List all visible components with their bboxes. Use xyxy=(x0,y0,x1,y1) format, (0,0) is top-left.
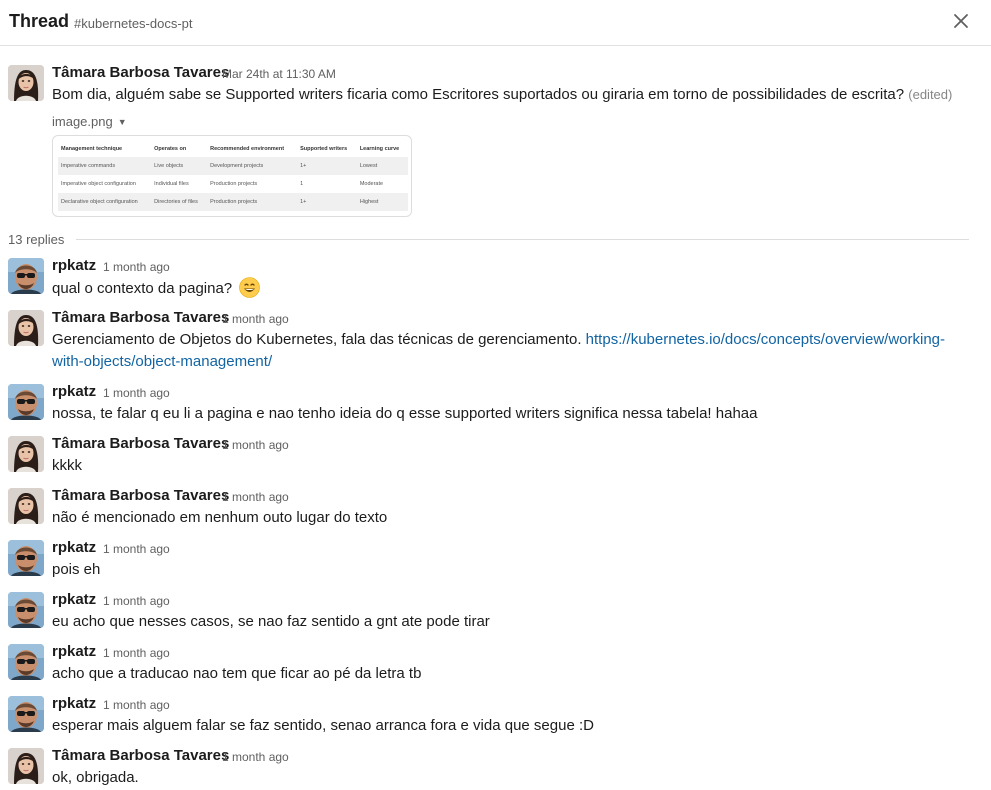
author-name[interactable]: rpkatz xyxy=(52,383,96,400)
message-timestamp[interactable]: 1 month ago xyxy=(103,386,170,400)
message-timestamp[interactable]: 1 month ago xyxy=(103,646,170,660)
replies-divider xyxy=(76,239,969,240)
author-name[interactable]: Tâmara Barbosa Tavares xyxy=(52,487,229,504)
message-text: qual o contexto da pagina? xyxy=(52,277,261,300)
table-header: Management technique xyxy=(61,145,123,152)
table-cell: Development projects xyxy=(207,157,298,175)
table-cell: Moderate xyxy=(359,181,384,187)
avatar[interactable] xyxy=(8,540,44,576)
table-cell: 1 xyxy=(300,181,304,187)
message-body: Bom dia, alguém sabe se Supported writer… xyxy=(52,86,905,103)
table-header: Recommended environment xyxy=(210,145,285,152)
message-timestamp[interactable]: 1 month ago xyxy=(222,438,289,452)
message-text: não é mencionado em nenhum outo lugar do… xyxy=(52,509,388,526)
thread-title: Thread xyxy=(9,11,70,31)
author-name[interactable]: rpkatz xyxy=(52,539,96,556)
avatar[interactable] xyxy=(8,488,44,524)
author-name[interactable]: Tâmara Barbosa Tavares xyxy=(52,747,229,764)
table-header: Learning curve xyxy=(359,145,400,152)
avatar[interactable] xyxy=(8,696,44,732)
avatar[interactable] xyxy=(8,644,44,680)
message-text: esperar mais alguem falar se faz sentido… xyxy=(52,717,594,734)
table-row: Declarative object configuration Directo… xyxy=(58,193,408,211)
message-timestamp[interactable]: 1 month ago xyxy=(103,698,170,712)
table-cell: Declarative object configuration xyxy=(58,193,152,211)
message-text: kkkk xyxy=(52,457,82,474)
author-name[interactable]: rpkatz xyxy=(52,591,96,608)
attachment-table: Management technique Operates on Recomme… xyxy=(58,140,408,211)
attachment-filename-text: image.png xyxy=(52,114,113,129)
message-body: qual o contexto da pagina? xyxy=(52,280,233,297)
caret-down-icon[interactable]: ▼ xyxy=(118,117,127,127)
message-text: acho que a traducao nao tem que ficar ao… xyxy=(52,665,422,682)
smile-emoji-icon xyxy=(239,277,261,298)
table-cell: Highest xyxy=(356,193,408,211)
attachment-filename[interactable]: image.png ▼ xyxy=(52,114,127,129)
avatar[interactable] xyxy=(8,258,44,294)
table-cell: Imperative commands xyxy=(58,157,152,175)
message-timestamp[interactable]: 1 month ago xyxy=(103,542,170,556)
message-timestamp[interactable]: 1 month ago xyxy=(222,312,289,326)
table-row: Imperative commands Live objects Develop… xyxy=(58,157,408,175)
message-timestamp[interactable]: 1 month ago xyxy=(222,490,289,504)
message-timestamp[interactable]: 1 month ago xyxy=(103,260,170,274)
close-icon[interactable] xyxy=(950,10,972,32)
message-text: pois eh xyxy=(52,561,101,578)
replies-count: 13 replies xyxy=(8,232,65,247)
author-name[interactable]: Tâmara Barbosa Tavares xyxy=(52,64,229,81)
table-cell: 1+ xyxy=(297,193,357,211)
table-cell: Production projects xyxy=(210,181,258,187)
avatar[interactable] xyxy=(8,592,44,628)
avatar[interactable] xyxy=(8,436,44,472)
avatar[interactable] xyxy=(8,65,44,101)
message-link-continued[interactable]: with-objects/object-management/ xyxy=(52,353,272,370)
message-timestamp[interactable]: 1 month ago xyxy=(103,594,170,608)
table-cell: Imperative object configuration xyxy=(61,181,136,187)
table-header: Supported writers xyxy=(300,145,348,152)
author-name[interactable]: Tâmara Barbosa Tavares xyxy=(52,309,229,326)
message-body: Gerenciamento de Objetos do Kubernetes, … xyxy=(52,331,582,348)
message-text-continued: with-objects/object-management/ xyxy=(52,351,272,373)
message-timestamp[interactable]: Mar 24th at 11:30 AM xyxy=(222,67,336,81)
author-name[interactable]: Tâmara Barbosa Tavares xyxy=(52,435,229,452)
message-timestamp[interactable]: 1 month ago xyxy=(222,750,289,764)
avatar[interactable] xyxy=(8,310,44,346)
thread-header: Thread #kubernetes-docs-pt xyxy=(0,0,991,46)
table-header: Operates on xyxy=(154,145,187,152)
message-link[interactable]: https://kubernetes.io/docs/concepts/over… xyxy=(586,331,945,348)
author-name[interactable]: rpkatz xyxy=(52,643,96,660)
avatar[interactable] xyxy=(8,748,44,784)
table-cell: Directories of files xyxy=(151,193,208,211)
table-cell: Live objects xyxy=(151,157,208,175)
edited-label: (edited) xyxy=(908,87,953,102)
message-text: Gerenciamento de Objetos do Kubernetes, … xyxy=(52,329,945,351)
author-name[interactable]: rpkatz xyxy=(52,695,96,712)
table-cell: Lowest xyxy=(356,157,408,175)
table-cell: 1+ xyxy=(297,157,357,175)
author-name[interactable]: rpkatz xyxy=(52,257,96,274)
channel-name[interactable]: #kubernetes-docs-pt xyxy=(74,16,193,31)
message-text: nossa, te falar q eu li a pagina e nao t… xyxy=(52,405,758,422)
table-cell: Production projects xyxy=(207,193,298,211)
message-text: eu acho que nesses casos, se nao faz sen… xyxy=(52,613,490,630)
image-attachment[interactable]: Management technique Operates on Recomme… xyxy=(52,135,412,217)
avatar[interactable] xyxy=(8,384,44,420)
table-cell: Individual files xyxy=(154,181,189,187)
message-text: ok, obrigada. xyxy=(52,769,139,786)
message-text: Bom dia, alguém sabe se Supported writer… xyxy=(52,84,952,106)
table-row: Imperative object configuration Individu… xyxy=(58,175,408,193)
